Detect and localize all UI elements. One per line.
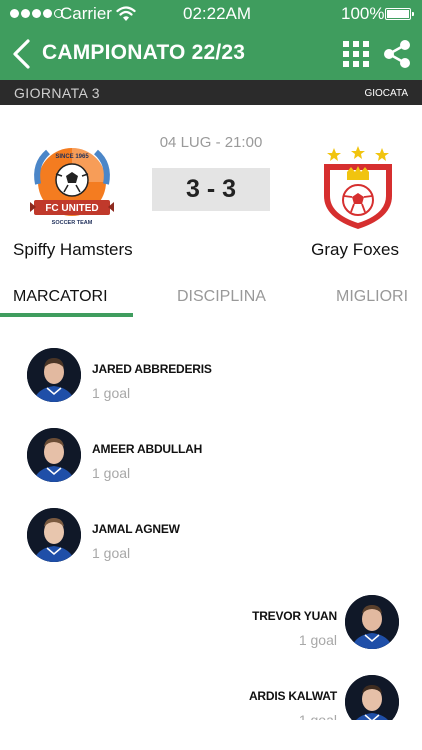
scorer-goals: 1 goal bbox=[298, 712, 337, 720]
tab-marcatori[interactable]: MARCATORI bbox=[13, 288, 108, 306]
home-team-name[interactable]: Spiffy Hamsters bbox=[13, 240, 133, 260]
avatar bbox=[27, 508, 81, 562]
header-bar: CAMPIONATO 22/23 bbox=[0, 28, 422, 80]
grid-icon[interactable] bbox=[343, 41, 369, 67]
scorer-row[interactable]: AMEER ABDULLAH 1 goal bbox=[27, 428, 277, 484]
battery-percentage: 100% bbox=[341, 4, 385, 23]
scorer-goals: 1 goal bbox=[92, 385, 131, 401]
crest-team-text: FC UNITED bbox=[45, 203, 98, 214]
round-bar: GIORNATA 3 GIOCATA bbox=[0, 80, 422, 105]
scorer-goals: 1 goal bbox=[298, 632, 337, 648]
chevron-left-icon[interactable] bbox=[10, 38, 34, 70]
scorer-name: TREVOR YUAN bbox=[252, 609, 337, 623]
tab-migliori[interactable]: MIGLIORI bbox=[336, 288, 408, 306]
home-team-crest: SINCE 1965 FC UNITED SOCCER TEAM bbox=[30, 148, 114, 226]
signal-dots-icon bbox=[10, 9, 63, 18]
tab-disciplina[interactable]: DISCIPLINA bbox=[177, 288, 266, 306]
scorer-name: JARED ABBREDERIS bbox=[92, 362, 212, 376]
scorer-name: AMEER ABDULLAH bbox=[92, 442, 203, 456]
avatar bbox=[345, 675, 399, 720]
scorer-name: ARDIS KALWAT bbox=[248, 689, 337, 703]
scorers-list: JARED ABBREDERIS 1 goal AMEER ABDULLAH 1… bbox=[0, 320, 422, 720]
scorer-goals: 1 goal bbox=[92, 545, 131, 561]
match-state: GIOCATA bbox=[364, 88, 408, 99]
match-date: 04 LUG - 21:00 bbox=[159, 134, 263, 151]
scorer-goals: 1 goal bbox=[92, 465, 131, 481]
battery-icon bbox=[385, 8, 414, 20]
tab-bar: MARCATORI DISCIPLINA MIGLIORI bbox=[0, 284, 422, 320]
wifi-icon bbox=[116, 6, 136, 21]
scorer-row[interactable]: JAMAL AGNEW 1 goal bbox=[27, 508, 277, 564]
crest-since-text: SINCE 1965 bbox=[55, 154, 89, 160]
away-team-name[interactable]: Gray Foxes bbox=[311, 240, 399, 260]
match-score: 3 - 3 bbox=[152, 168, 270, 211]
round-label: GIORNATA 3 bbox=[14, 85, 100, 101]
share-icon[interactable] bbox=[382, 39, 412, 69]
carrier-label: Carrier bbox=[60, 4, 112, 23]
scorer-name: JAMAL AGNEW bbox=[92, 522, 180, 536]
crest-motto-text: SOCCER TEAM bbox=[52, 220, 93, 226]
away-team-crest bbox=[324, 146, 392, 229]
avatar bbox=[27, 348, 81, 402]
scorer-row[interactable]: TREVOR YUAN 1 goal bbox=[149, 595, 399, 651]
avatar bbox=[345, 595, 399, 649]
scorer-row[interactable]: ARDIS KALWAT 1 goal bbox=[149, 675, 399, 720]
page-title: CAMPIONATO 22/23 bbox=[42, 41, 246, 64]
avatar bbox=[27, 428, 81, 482]
status-bar: Carrier 02:22AM 100% bbox=[0, 0, 422, 28]
scorer-row[interactable]: JARED ABBREDERIS 1 goal bbox=[27, 348, 277, 404]
active-tab-indicator bbox=[0, 313, 133, 317]
clock: 02:22AM bbox=[183, 4, 252, 23]
